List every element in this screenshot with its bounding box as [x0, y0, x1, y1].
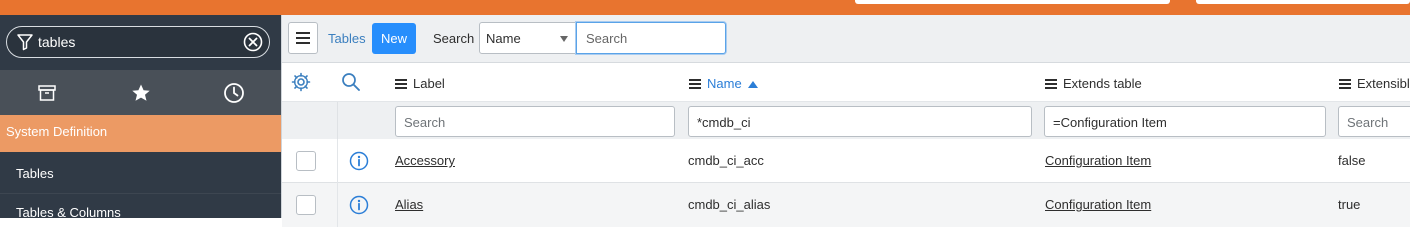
table-row[interactable]: Accessory cmdb_ci_acc Configuration Item…	[282, 139, 1410, 183]
info-icon[interactable]	[349, 151, 369, 171]
column-header-name-text: Name	[707, 76, 742, 91]
column-divider	[337, 183, 338, 227]
info-icon[interactable]	[349, 195, 369, 215]
search-field-value: Name	[486, 31, 521, 46]
list-toolbar: Tables New Search Name Search	[282, 15, 1410, 63]
nav-section-system-definition[interactable]: System Definition	[0, 115, 281, 152]
column-divider	[337, 139, 338, 183]
hamburger-icon	[296, 32, 310, 44]
column-header-extensible-text: Extensible	[1357, 76, 1410, 91]
chevron-down-icon	[560, 36, 568, 42]
column-header-name[interactable]: Name	[689, 76, 759, 91]
archive-icon	[38, 85, 56, 101]
search-label: Search	[433, 31, 475, 46]
search-field-select[interactable]: Name	[479, 22, 577, 54]
column-header-extends-text: Extends table	[1063, 76, 1142, 91]
column-menu-icon	[1045, 78, 1057, 89]
row-name: cmdb_ci_alias	[688, 197, 771, 212]
nav-tabs	[0, 70, 281, 116]
filter-icon	[17, 34, 33, 51]
nav-filter-text: tables	[38, 34, 76, 50]
filter-extends-input[interactable]: =Configuration Item	[1044, 106, 1326, 137]
tab-all-applications[interactable]	[0, 70, 94, 116]
search-icon[interactable]	[341, 72, 361, 92]
row-checkbox[interactable]	[296, 151, 316, 171]
nav-filter-input[interactable]: tables	[6, 26, 270, 58]
nav-item-tables[interactable]: Tables	[0, 166, 281, 181]
search-input[interactable]: Search	[576, 22, 726, 54]
row-extensible: false	[1338, 153, 1366, 168]
nav-divider	[0, 193, 281, 194]
row-extensible: true	[1338, 197, 1361, 212]
column-header-label[interactable]: Label	[395, 76, 445, 91]
list-view: Tables New Search Name Search Label Name	[281, 15, 1410, 227]
column-menu-icon	[689, 78, 701, 89]
filter-extensible-input[interactable]: Search	[1338, 106, 1410, 137]
clear-icon[interactable]	[243, 32, 263, 52]
nav-item-tables-columns[interactable]: Tables & Columns	[0, 205, 281, 220]
column-header-label-text: Label	[413, 76, 445, 91]
column-menu-icon	[395, 78, 407, 89]
row-label-link[interactable]: Alias	[395, 197, 423, 212]
column-header-extensible[interactable]: Extensible	[1339, 76, 1410, 91]
list-title[interactable]: Tables	[328, 31, 366, 46]
context-menu-button[interactable]	[288, 22, 318, 54]
column-header-extends-table[interactable]: Extends table	[1045, 76, 1142, 91]
filter-name-input[interactable]: *cmdb_ci	[688, 106, 1032, 137]
row-label-link[interactable]: Accessory	[395, 153, 455, 168]
sort-ascending-icon	[747, 80, 758, 88]
star-icon	[131, 84, 150, 101]
row-name: cmdb_ci_acc	[688, 153, 764, 168]
row-extends-link[interactable]: Configuration Item	[1045, 153, 1151, 168]
left-navigator: tables System Definition Tables Tables &…	[0, 15, 281, 220]
row-checkbox[interactable]	[296, 195, 316, 215]
row-extends-link[interactable]: Configuration Item	[1045, 197, 1151, 212]
tab-favorites[interactable]	[94, 70, 188, 116]
banner-field-left[interactable]	[855, 0, 1170, 4]
filter-label-input[interactable]: Search	[395, 106, 675, 137]
column-menu-icon	[1339, 78, 1351, 89]
tab-history[interactable]	[187, 70, 281, 116]
clock-icon	[224, 83, 245, 103]
top-banner	[0, 0, 1410, 15]
column-header-row: Label Name Extends table Extensible	[282, 63, 1410, 102]
banner-field-right[interactable]	[1196, 0, 1410, 4]
new-button[interactable]: New	[372, 23, 416, 54]
table-row[interactable]: Alias cmdb_ci_alias Configuration Item t…	[282, 183, 1410, 227]
gear-icon[interactable]	[291, 72, 311, 92]
